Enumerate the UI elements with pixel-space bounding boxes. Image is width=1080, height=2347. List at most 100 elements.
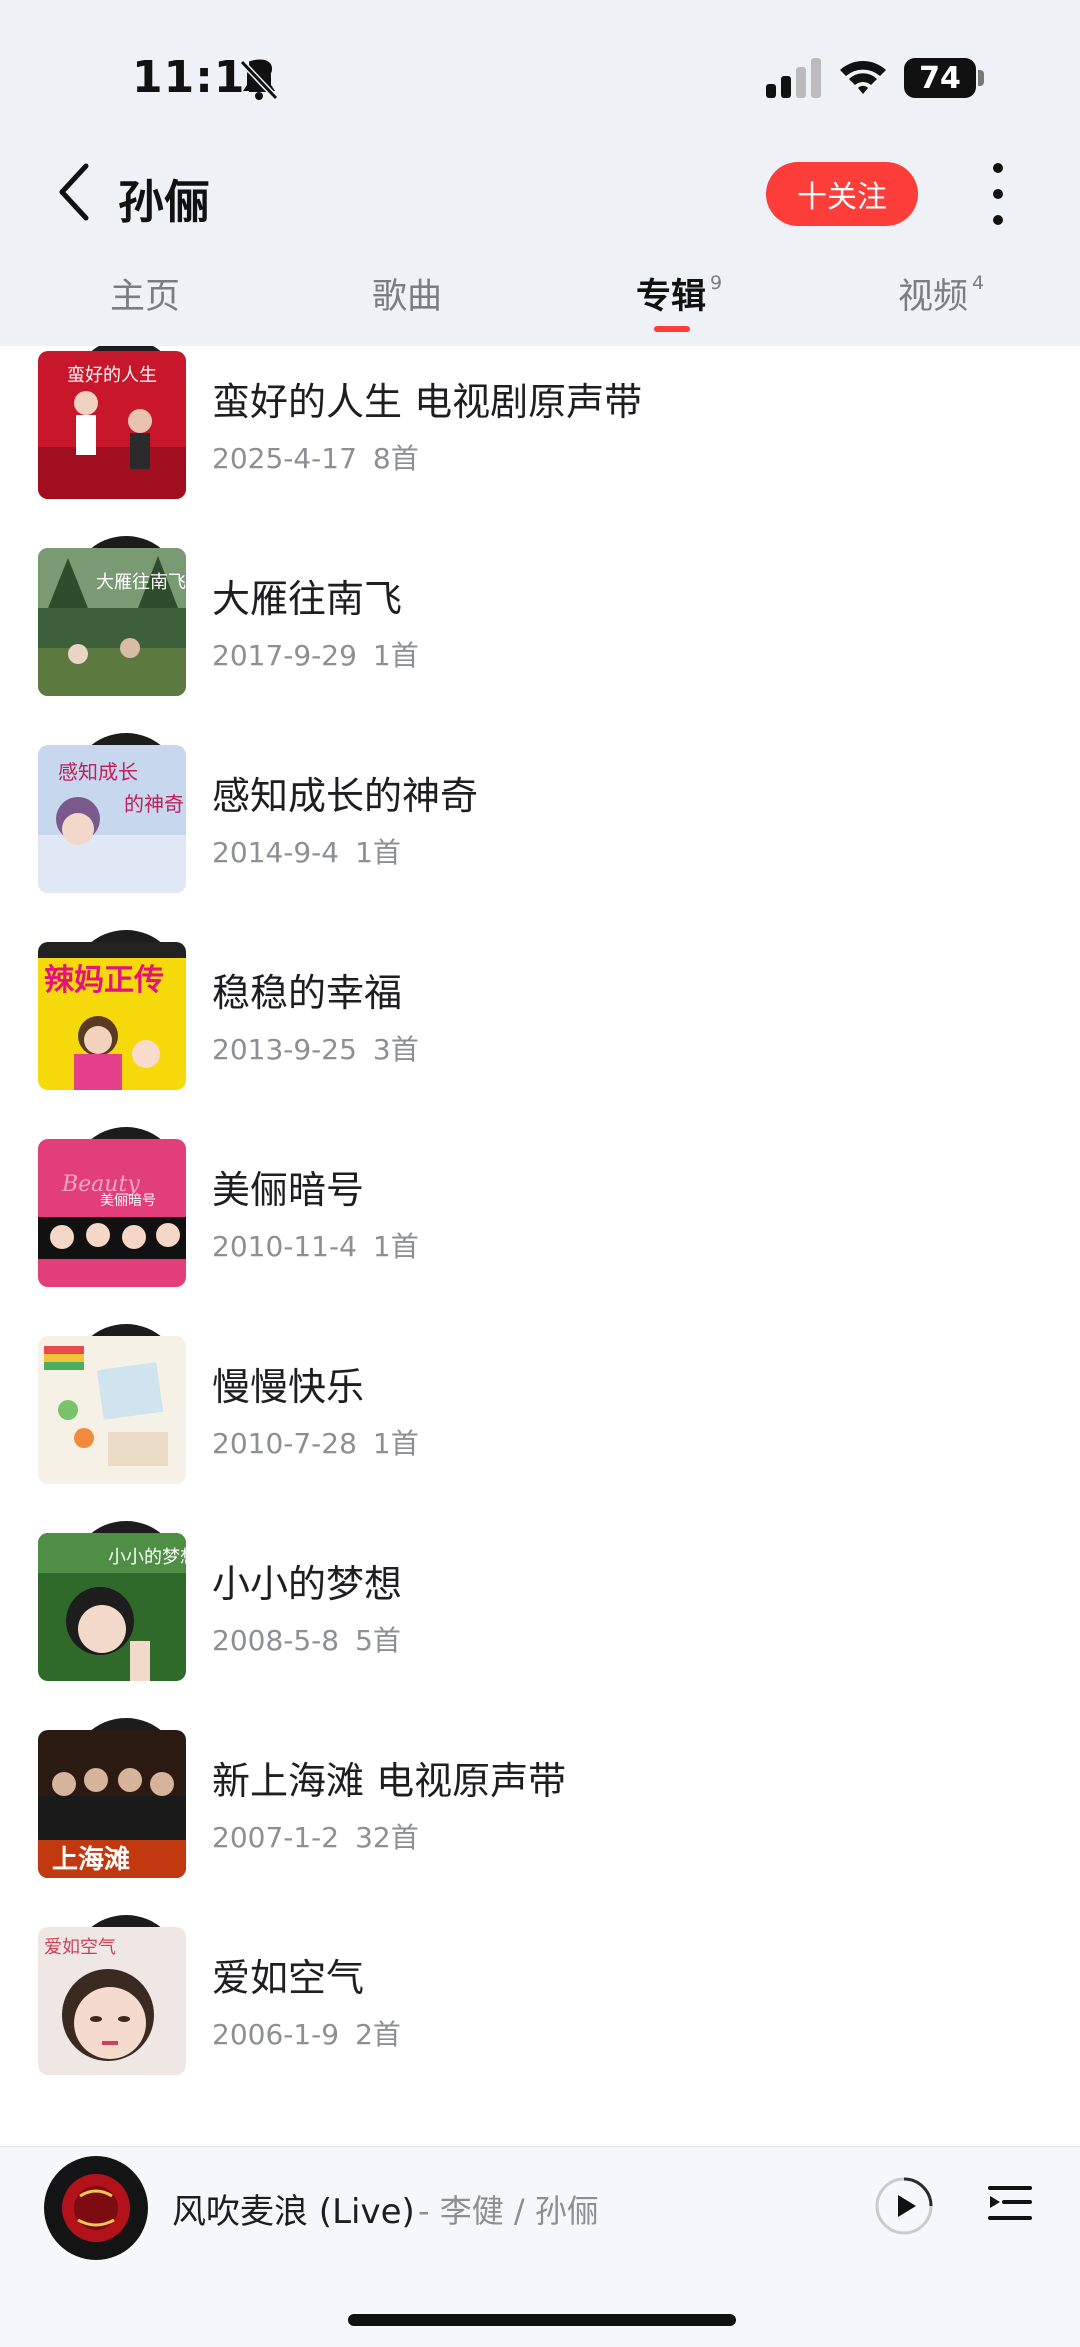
album-cover: 小小的梦想 (38, 1521, 188, 1683)
chevron-left-icon[interactable] (56, 162, 92, 222)
album-meta: 2014-9-4 1首 (212, 831, 401, 871)
tab-bar: 主页 歌曲 专辑 9 视频 4 (0, 268, 1080, 338)
album-track-count: 2首 (355, 2018, 401, 2051)
album-item[interactable]: 上海滩 新上海滩 电视原声带 2007-1-2 32首 (0, 1718, 1080, 1900)
album-title: 大雁往南飞 (212, 577, 403, 621)
album-track-count: 1首 (372, 1427, 419, 1460)
album-track-count: 1首 (355, 836, 401, 869)
svg-text:上海滩: 上海滩 (52, 1844, 130, 1875)
album-title: 美俪暗号 (212, 1168, 365, 1212)
follow-button[interactable]: 十关注 (766, 162, 918, 226)
album-meta: 2010-7-28 1首 (212, 1422, 419, 1462)
album-item[interactable]: 辣妈正传 稳稳的幸福 2013-9-25 3首 (0, 930, 1080, 1112)
album-meta: 2010-11-4 1首 (212, 1225, 419, 1265)
tab-albums-label: 专辑 (636, 277, 707, 317)
page-title: 孙俪 (118, 175, 210, 229)
wifi-icon (840, 61, 886, 94)
album-cover (38, 1324, 188, 1486)
album-cover: 蛮好的人生 (38, 346, 188, 501)
album-title: 慢慢快乐 (212, 1365, 365, 1409)
album-cover: 爱如空气 (38, 1915, 188, 2077)
vertical-ellipsis-icon[interactable] (980, 160, 1016, 228)
tab-songs-label: 歌曲 (372, 277, 443, 317)
album-title: 感知成长的神奇 (212, 774, 479, 818)
svg-text:大雁往南飞: 大雁往南飞 (96, 572, 186, 593)
album-date: 2017-9-29 (212, 639, 357, 672)
album-item[interactable]: 蛮好的人生 蛮好的人生 电视剧原声带 2025-4-17 8首 (0, 346, 1080, 521)
album-date: 2010-11-4 (212, 1230, 357, 1263)
battery-tip (978, 70, 984, 86)
header: 11:12 74 孙俪 十关注 主页 歌曲 专辑 9 视频 4 (0, 0, 1080, 346)
album-date: 2006-1-9 (212, 2018, 340, 2051)
album-meta: 2025-4-17 8首 (212, 437, 419, 477)
album-track-count: 5首 (355, 1624, 401, 1657)
album-list: 蛮好的人生 蛮好的人生 电视剧原声带 2025-4-17 8首 大雁往南飞 大雁… (0, 346, 1080, 2146)
album-cover-art (38, 1336, 186, 1484)
album-cover-art: 蛮好的人生 (38, 351, 186, 499)
album-cover-art: 大雁往南飞 (38, 548, 186, 696)
album-cover-art: 小小的梦想 (38, 1533, 186, 1681)
album-date: 2008-5-8 (212, 1624, 340, 1657)
svg-text:小小的梦想: 小小的梦想 (108, 1547, 186, 1568)
svg-text:美俪暗号: 美俪暗号 (100, 1193, 156, 1209)
album-cover: Beauty 美俪暗号 (38, 1127, 188, 1289)
album-cover: 上海滩 (38, 1718, 188, 1880)
svg-text:蛮好的人生: 蛮好的人生 (67, 365, 157, 386)
album-cover-art: 上海滩 (38, 1730, 186, 1878)
album-meta: 2006-1-9 2首 (212, 2013, 401, 2053)
album-cover: 辣妈正传 (38, 930, 188, 1092)
tab-videos-count: 4 (972, 272, 985, 295)
album-item[interactable]: 感知成长 的神奇 感知成长的神奇 2014-9-4 1首 (0, 733, 1080, 915)
now-playing-disc[interactable] (44, 2156, 148, 2260)
now-playing-title: 风吹麦浪 (Live) (172, 2192, 415, 2232)
album-date: 2014-9-4 (212, 836, 340, 869)
album-item[interactable]: 慢慢快乐 2010-7-28 1首 (0, 1324, 1080, 1506)
album-item[interactable]: 爱如空气 爱如空气 2006-1-9 2首 (0, 1915, 1080, 2097)
album-cover-art: 感知成长 的神奇 (38, 745, 186, 893)
album-cover: 感知成长 的神奇 (38, 733, 188, 895)
bell-slash-icon (239, 59, 279, 101)
album-date: 2007-1-2 (212, 1821, 340, 1854)
album-title: 蛮好的人生 电视剧原声带 (212, 380, 643, 424)
active-tab-indicator (654, 326, 690, 332)
svg-text:感知成长: 感知成长 (58, 760, 138, 784)
tab-videos[interactable]: 视频 4 (898, 268, 984, 338)
album-cover-art: 辣妈正传 (38, 942, 186, 1090)
tab-home[interactable]: 主页 (110, 268, 180, 338)
svg-text:的神奇: 的神奇 (124, 792, 184, 816)
album-track-count: 1首 (372, 1230, 419, 1263)
album-date: 2025-4-17 (212, 442, 357, 475)
album-meta: 2017-9-29 1首 (212, 634, 419, 674)
tab-songs[interactable]: 歌曲 (372, 268, 442, 338)
cellular-signal-icon (766, 58, 821, 98)
album-item[interactable]: 大雁往南飞 大雁往南飞 2017-9-29 1首 (0, 536, 1080, 718)
album-track-count: 1首 (372, 639, 419, 672)
svg-text:辣妈正传: 辣妈正传 (44, 963, 164, 998)
svg-text:爱如空气: 爱如空气 (44, 1937, 116, 1958)
album-item[interactable]: 小小的梦想 小小的梦想 2008-5-8 5首 (0, 1521, 1080, 1703)
home-indicator[interactable] (348, 2314, 736, 2326)
album-date: 2010-7-28 (212, 1427, 357, 1460)
album-title: 爱如空气 (212, 1956, 365, 2000)
album-cover-art: 爱如空气 (38, 1927, 186, 2075)
album-cover-art: Beauty 美俪暗号 (38, 1139, 186, 1287)
album-date: 2013-9-25 (212, 1033, 357, 1066)
album-item[interactable]: Beauty 美俪暗号 美俪暗号 2010-11-4 1首 (0, 1127, 1080, 1309)
play-circle-icon[interactable] (874, 2176, 934, 2236)
album-title: 稳稳的幸福 (212, 971, 403, 1015)
album-track-count: 3首 (372, 1033, 419, 1066)
album-cover: 大雁往南飞 (38, 536, 188, 698)
tab-videos-label: 视频 (898, 277, 969, 317)
now-playing-artists: - 李健 / 孙俪 (418, 2192, 599, 2230)
tab-albums-count: 9 (710, 272, 723, 295)
battery-indicator: 74 (904, 58, 976, 98)
album-meta: 2007-1-2 32首 (212, 1816, 419, 1856)
album-track-count: 32首 (355, 1821, 419, 1854)
tab-home-label: 主页 (110, 277, 181, 317)
album-track-count: 8首 (372, 442, 419, 475)
album-meta: 2008-5-8 5首 (212, 1619, 401, 1659)
playlist-icon[interactable] (986, 2180, 1034, 2228)
album-meta: 2013-9-25 3首 (212, 1028, 419, 1068)
album-title: 小小的梦想 (212, 1562, 403, 1606)
album-title: 新上海滩 电视原声带 (212, 1759, 567, 1803)
